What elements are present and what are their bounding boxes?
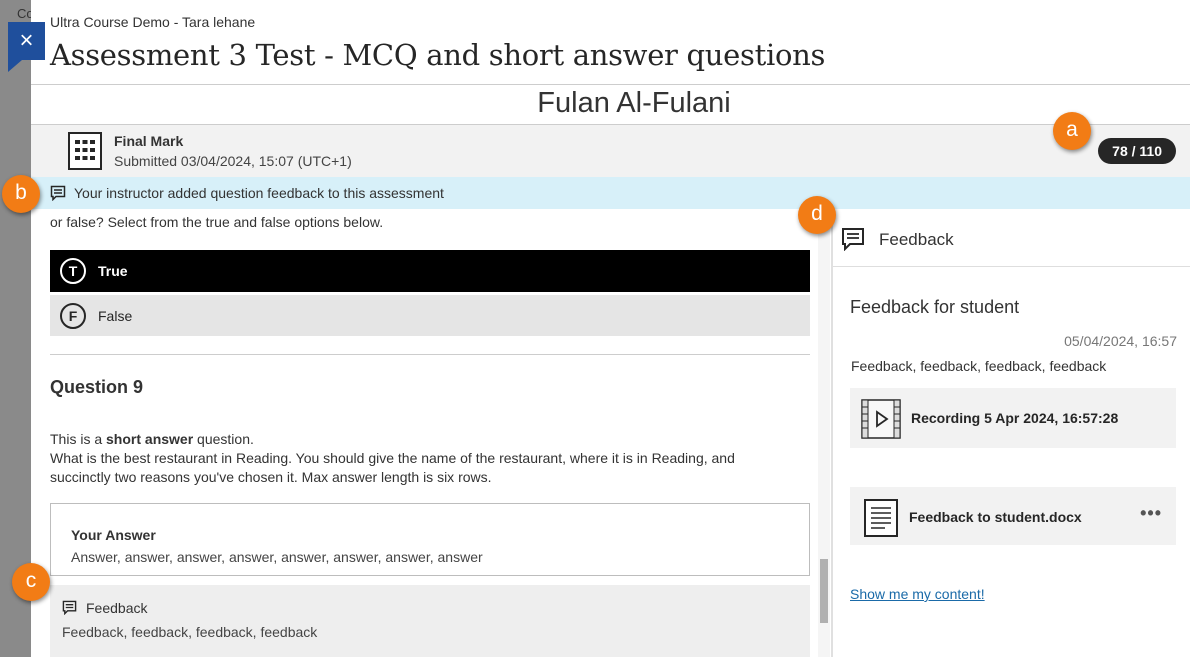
submission-panel: Ultra Course Demo - Tara lehane Assessme…	[31, 0, 1190, 657]
feedback-notice-text: Your instructor added question feedback …	[74, 185, 444, 201]
question-feedback-text: Feedback, feedback, feedback, feedback	[62, 624, 318, 640]
show-content-link[interactable]: Show me my content!	[850, 586, 985, 602]
question-body: What is the best restaurant in Reading. …	[50, 450, 735, 485]
background-truncated-text: Co	[17, 6, 31, 21]
option-letter-badge: T	[60, 258, 86, 284]
overall-feedback-text: Feedback, feedback, feedback, feedback	[851, 358, 1107, 374]
callout-marker-a: a	[1053, 112, 1091, 150]
your-answer-box: Your Answer Answer, answer, answer, answ…	[50, 503, 810, 576]
final-mark-title: Final Mark	[114, 133, 184, 149]
scrollbar-thumb[interactable]	[820, 559, 828, 623]
feedback-notice: Your instructor added question feedback …	[31, 177, 1190, 209]
comment-icon	[50, 185, 66, 201]
student-name: Fulan Al-Fulani	[537, 87, 731, 119]
feedback-panel-title: Feedback	[879, 230, 954, 249]
content-scrollbar[interactable]	[818, 209, 830, 657]
course-name: Ultra Course Demo - Tara lehane	[50, 14, 256, 30]
calculator-icon	[68, 132, 102, 170]
question-text: This is a short answer question. What is…	[50, 430, 790, 487]
recording-label: Recording 5 Apr 2024, 16:57:28	[911, 410, 1119, 426]
question-text: or false? Select from the true and false…	[50, 214, 384, 230]
divider	[50, 354, 810, 355]
option-letter-badge: F	[60, 303, 86, 329]
your-answer-title: Your Answer	[71, 527, 156, 543]
final-mark-bar: Final Mark Submitted 03/04/2024, 15:07 (…	[31, 125, 1190, 177]
callout-marker-d: d	[798, 196, 836, 234]
divider	[31, 84, 1190, 85]
close-icon: ×	[19, 27, 34, 54]
feedback-panel-header: Feedback	[833, 209, 1190, 267]
close-button-tab-flag	[8, 60, 22, 72]
option-label: False	[98, 308, 133, 324]
feedback-for-student-heading: Feedback for student	[850, 297, 1020, 317]
feedback-side-panel: Feedback Feedback for student 05/04/2024…	[831, 209, 1190, 657]
option-label: True	[98, 263, 128, 279]
document-label: Feedback to student.docx	[909, 509, 1082, 525]
callout-marker-b: b	[2, 175, 40, 213]
comment-icon	[842, 228, 864, 251]
submitted-timestamp: Submitted 03/04/2024, 15:07 (UTC+1)	[114, 153, 352, 169]
questions-scroll-area: or false? Select from the true and false…	[31, 209, 831, 657]
answer-option-true[interactable]: T True	[50, 250, 810, 292]
question-heading: Question 9	[50, 377, 144, 397]
feedback-date: 05/04/2024, 16:57	[1064, 333, 1177, 349]
question-intro-emphasis: short answer	[106, 431, 194, 447]
score-badge: 78 / 110	[1098, 138, 1176, 164]
video-icon	[861, 399, 901, 439]
recording-attachment[interactable]: Recording 5 Apr 2024, 16:57:28	[850, 388, 1176, 448]
document-attachment[interactable]: Feedback to student.docx •••	[850, 487, 1176, 545]
callout-marker-c: c	[12, 563, 50, 601]
question-feedback-title: Feedback	[86, 600, 148, 616]
background-course-strip: Co	[0, 0, 31, 657]
answer-option-false[interactable]: F False	[50, 295, 810, 336]
comment-icon	[62, 600, 77, 615]
question-intro: This is a	[50, 431, 107, 447]
your-answer-text: Answer, answer, answer, answer, answer, …	[71, 549, 483, 565]
document-icon	[864, 499, 898, 537]
page-title: Assessment 3 Test - MCQ and short answer…	[50, 38, 826, 72]
question-intro-end: question.	[193, 431, 254, 447]
question-feedback-box[interactable]: Feedback Feedback, feedback, feedback, f…	[50, 585, 810, 657]
more-options-button[interactable]: •••	[1140, 503, 1162, 524]
close-button[interactable]: ×	[8, 22, 45, 60]
